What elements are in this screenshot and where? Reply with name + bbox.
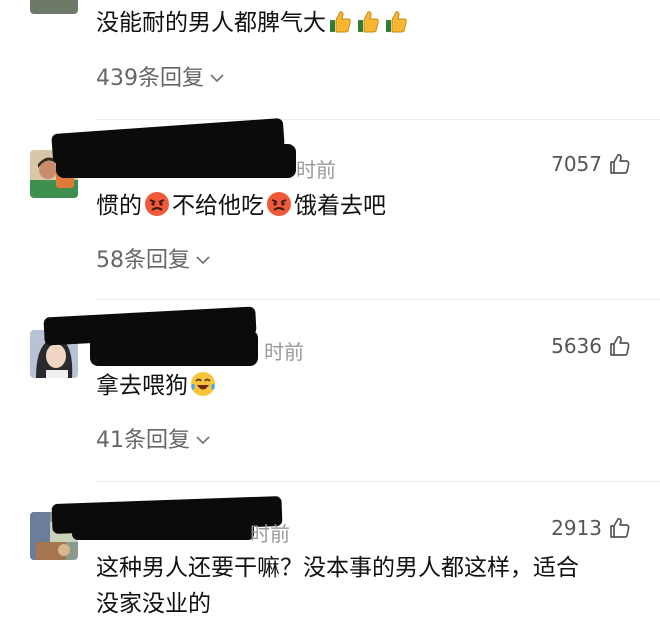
comment-text: 惯的 不给他吃 饿着去吧: [96, 187, 386, 230]
comment-text: 这种男人还要干嘛？没本事的男人都这样，适合: [96, 555, 579, 581]
thumbs-up-icon: [355, 9, 381, 47]
thumbs-up-outline-icon: [608, 516, 632, 540]
comment-text-continued: 没家没业的: [96, 591, 211, 617]
thumbs-up-icon: [327, 9, 353, 47]
comment-item: 时前 7057 惯的 不给他吃 饿着去吧 58条回复: [0, 117, 660, 300]
angry-face-icon: [265, 190, 293, 230]
username-redaction: [72, 516, 254, 540]
angry-face-icon: [143, 190, 171, 230]
comment-item: 时前 5636 拿去喂狗 41条回复: [0, 300, 660, 482]
comment-text: 拿去喂狗: [96, 367, 218, 410]
chevron-down-icon: [196, 426, 210, 451]
comment-text: 没能耐的男人都脾气大: [96, 4, 410, 47]
thumbs-up-outline-icon: [608, 334, 632, 358]
laughing-crying-face-icon: [189, 370, 217, 410]
timestamp: 时前: [250, 522, 290, 546]
comment-item: 没能耐的男人都脾气大 439条回复: [0, 0, 660, 120]
chevron-down-icon: [210, 64, 224, 89]
comment-item: 时前 2913 这种男人还要干嘛？没本事的男人都这样，适合 没家没业的: [0, 482, 660, 623]
like-button[interactable]: 5636: [551, 334, 632, 358]
thumbs-up-outline-icon: [608, 152, 632, 176]
chevron-down-icon: [196, 246, 210, 271]
like-button[interactable]: 7057: [551, 152, 632, 176]
timestamp: 时前: [264, 340, 304, 364]
username-redaction: [56, 144, 296, 178]
reply-count-button[interactable]: 41条回复: [96, 422, 210, 454]
reply-count-button[interactable]: 439条回复: [96, 60, 224, 92]
thumbs-up-icon: [383, 9, 409, 47]
timestamp: 时前: [296, 158, 336, 182]
username-redaction: [90, 330, 258, 366]
like-button[interactable]: 2913: [551, 516, 632, 540]
reply-count-button[interactable]: 58条回复: [96, 242, 210, 274]
avatar[interactable]: [30, 0, 78, 14]
